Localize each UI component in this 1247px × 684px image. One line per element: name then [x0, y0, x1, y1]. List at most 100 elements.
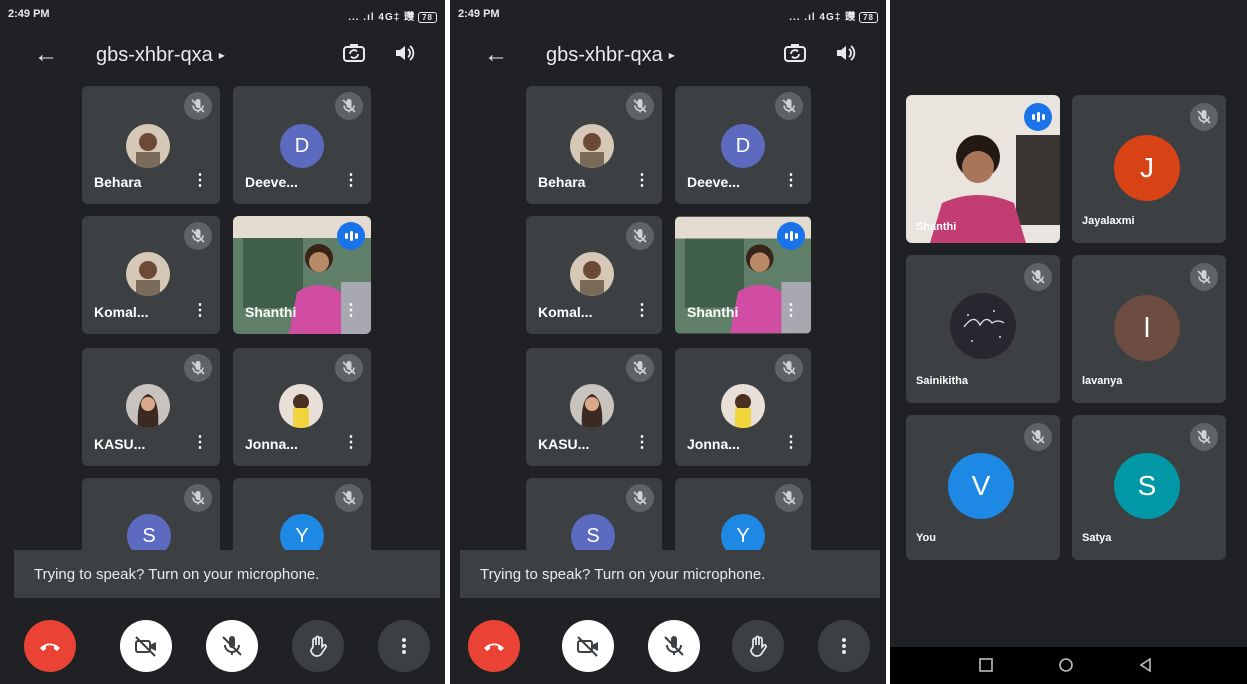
participant-name: Deeve... — [687, 174, 740, 190]
signal-text: ... .ıl 4G‡ 䝄 — [789, 12, 857, 23]
participant-name: Satya — [1082, 532, 1112, 544]
mic-off-icon — [775, 484, 803, 512]
mic-off-icon — [184, 222, 212, 250]
participant-name: Jonna... — [687, 436, 740, 452]
more-vert-icon[interactable]: ⋮ — [783, 300, 799, 320]
meeting-code[interactable]: gbs-xhbr-qxa ▸ — [546, 44, 675, 67]
participant-tile-behara[interactable]: Behara ⋮ — [82, 86, 220, 204]
participant-tile-lavanya[interactable]: l lavanya — [1072, 255, 1226, 403]
avatar-photo — [950, 293, 1016, 359]
more-vert-icon[interactable]: ⋮ — [783, 432, 799, 452]
more-vert-icon[interactable]: ⋮ — [783, 170, 799, 190]
camera-off-icon — [577, 636, 598, 657]
more-vert-icon[interactable]: ⋮ — [192, 432, 208, 452]
mic-off-icon — [664, 636, 684, 656]
mic-off-icon — [626, 92, 654, 120]
square-nav-icon[interactable] — [978, 657, 994, 673]
status-time: 2:49 PM — [458, 8, 500, 20]
avatar-initial: V — [948, 453, 1014, 519]
more-vert-icon[interactable]: ⋮ — [634, 432, 650, 452]
participant-tile-you[interactable]: V You — [906, 415, 1060, 560]
participant-tile-jonna[interactable]: Jonna... ⋮ — [675, 348, 811, 466]
meeting-code-text: gbs-xhbr-qxa — [546, 44, 663, 66]
participant-tile-deeve[interactable]: D Deeve... ⋮ — [675, 86, 811, 204]
mic-hint-toast: Trying to speak? Turn on your microphone… — [14, 550, 440, 598]
avatar-initial: D — [280, 124, 324, 168]
participant-tile-deeve[interactable]: D Deeve... ⋮ — [233, 86, 371, 204]
speaker-icon[interactable] — [393, 42, 415, 64]
participant-tile-satya[interactable]: S Satya — [1072, 415, 1226, 560]
speaker-icon[interactable] — [834, 42, 856, 64]
mic-off-icon — [1190, 103, 1218, 131]
mic-off-icon — [1024, 263, 1052, 291]
participant-tile-jayalaxmi[interactable]: J Jayalaxmi — [1072, 95, 1226, 243]
more-vert-icon[interactable]: ⋮ — [634, 170, 650, 190]
camera-toggle-button[interactable] — [120, 620, 172, 672]
more-vert-icon[interactable]: ⋮ — [343, 300, 359, 320]
avatar-photo — [126, 252, 170, 296]
status-bar: 2:49 PM ... .ıl 4G‡ 䝄 78 — [450, 0, 886, 30]
participant-tile-kasu[interactable]: KASU... ⋮ — [82, 348, 220, 466]
participant-tile-kasu[interactable]: KASU... ⋮ — [526, 348, 662, 466]
participant-name: Shanthi — [687, 304, 739, 320]
back-arrow-icon[interactable]: ← — [34, 41, 58, 69]
avatar-photo — [279, 384, 323, 428]
more-vert-icon[interactable]: ⋮ — [192, 300, 208, 320]
mic-off-icon — [335, 354, 363, 382]
mic-toggle-button[interactable] — [648, 620, 700, 672]
more-vert-icon[interactable]: ⋮ — [343, 170, 359, 190]
avatar-initial: D — [721, 124, 765, 168]
avatar-initial: J — [1114, 135, 1180, 201]
participant-name: Shanthi — [916, 221, 957, 233]
more-vert-icon[interactable]: ⋮ — [634, 300, 650, 320]
participant-name: KASU... — [538, 436, 590, 452]
mic-toggle-button[interactable] — [206, 620, 258, 672]
end-call-button[interactable] — [468, 620, 520, 672]
participant-name: Deeve... — [245, 174, 298, 190]
raise-hand-icon — [310, 635, 327, 657]
mic-off-icon — [184, 92, 212, 120]
mic-off-icon — [775, 354, 803, 382]
participant-tile-shanthi[interactable]: Shanthi — [906, 95, 1060, 243]
switch-camera-icon[interactable] — [782, 40, 808, 66]
speaking-indicator-icon — [1024, 103, 1052, 131]
circle-nav-icon[interactable] — [1058, 657, 1074, 673]
back-arrow-icon[interactable]: ← — [484, 41, 508, 69]
mic-off-icon — [626, 222, 654, 250]
more-options-button[interactable] — [378, 620, 430, 672]
camera-toggle-button[interactable] — [562, 620, 614, 672]
avatar-photo — [570, 384, 614, 428]
participant-name: lavanya — [1082, 375, 1123, 387]
participant-tile-jonna[interactable]: Jonna... ⋮ — [233, 348, 371, 466]
camera-off-icon — [135, 636, 156, 657]
meet-panel-2: 2:49 PM ... .ıl 4G‡ 䝄 78 ← gbs-xhbr-qxa ▸ … — [450, 0, 886, 684]
participant-tile-sainikitha[interactable]: Sainikitha — [906, 255, 1060, 403]
participant-tile-shanthi[interactable]: Shanthi ⋮ — [233, 216, 371, 334]
mic-off-icon — [626, 484, 654, 512]
end-call-icon — [40, 643, 60, 651]
more-vert-icon[interactable]: ⋮ — [192, 170, 208, 190]
participant-name: Jayalaxmi — [1082, 215, 1135, 227]
end-call-button[interactable] — [24, 620, 76, 672]
raise-hand-button[interactable] — [292, 620, 344, 672]
participant-tile-komal[interactable]: Komal... ⋮ — [82, 216, 220, 334]
participant-name: Behara — [538, 174, 586, 190]
meeting-code[interactable]: gbs-xhbr-qxa ▸ — [96, 44, 225, 67]
participant-tile-behara[interactable]: Behara ⋮ — [526, 86, 662, 204]
more-vert-icon[interactable]: ⋮ — [343, 432, 359, 452]
raise-hand-icon — [750, 635, 767, 657]
triangle-nav-icon[interactable] — [1138, 657, 1154, 673]
participant-name: Shanthi — [245, 304, 297, 320]
more-vert-icon — [402, 638, 406, 654]
switch-camera-icon[interactable] — [341, 40, 367, 66]
signal-text: ... .ıl 4G‡ 䝄 — [348, 12, 416, 23]
speaking-indicator-icon — [777, 222, 805, 250]
more-options-button[interactable] — [818, 620, 870, 672]
participant-tile-shanthi[interactable]: Shanthi ⋮ — [675, 216, 811, 334]
participant-tile-komal[interactable]: Komal... ⋮ — [526, 216, 662, 334]
raise-hand-button[interactable] — [732, 620, 784, 672]
avatar-photo — [570, 252, 614, 296]
meeting-top-bar: ← gbs-xhbr-qxa ▸ — [0, 36, 445, 76]
mic-off-icon — [184, 484, 212, 512]
mic-off-icon — [626, 354, 654, 382]
